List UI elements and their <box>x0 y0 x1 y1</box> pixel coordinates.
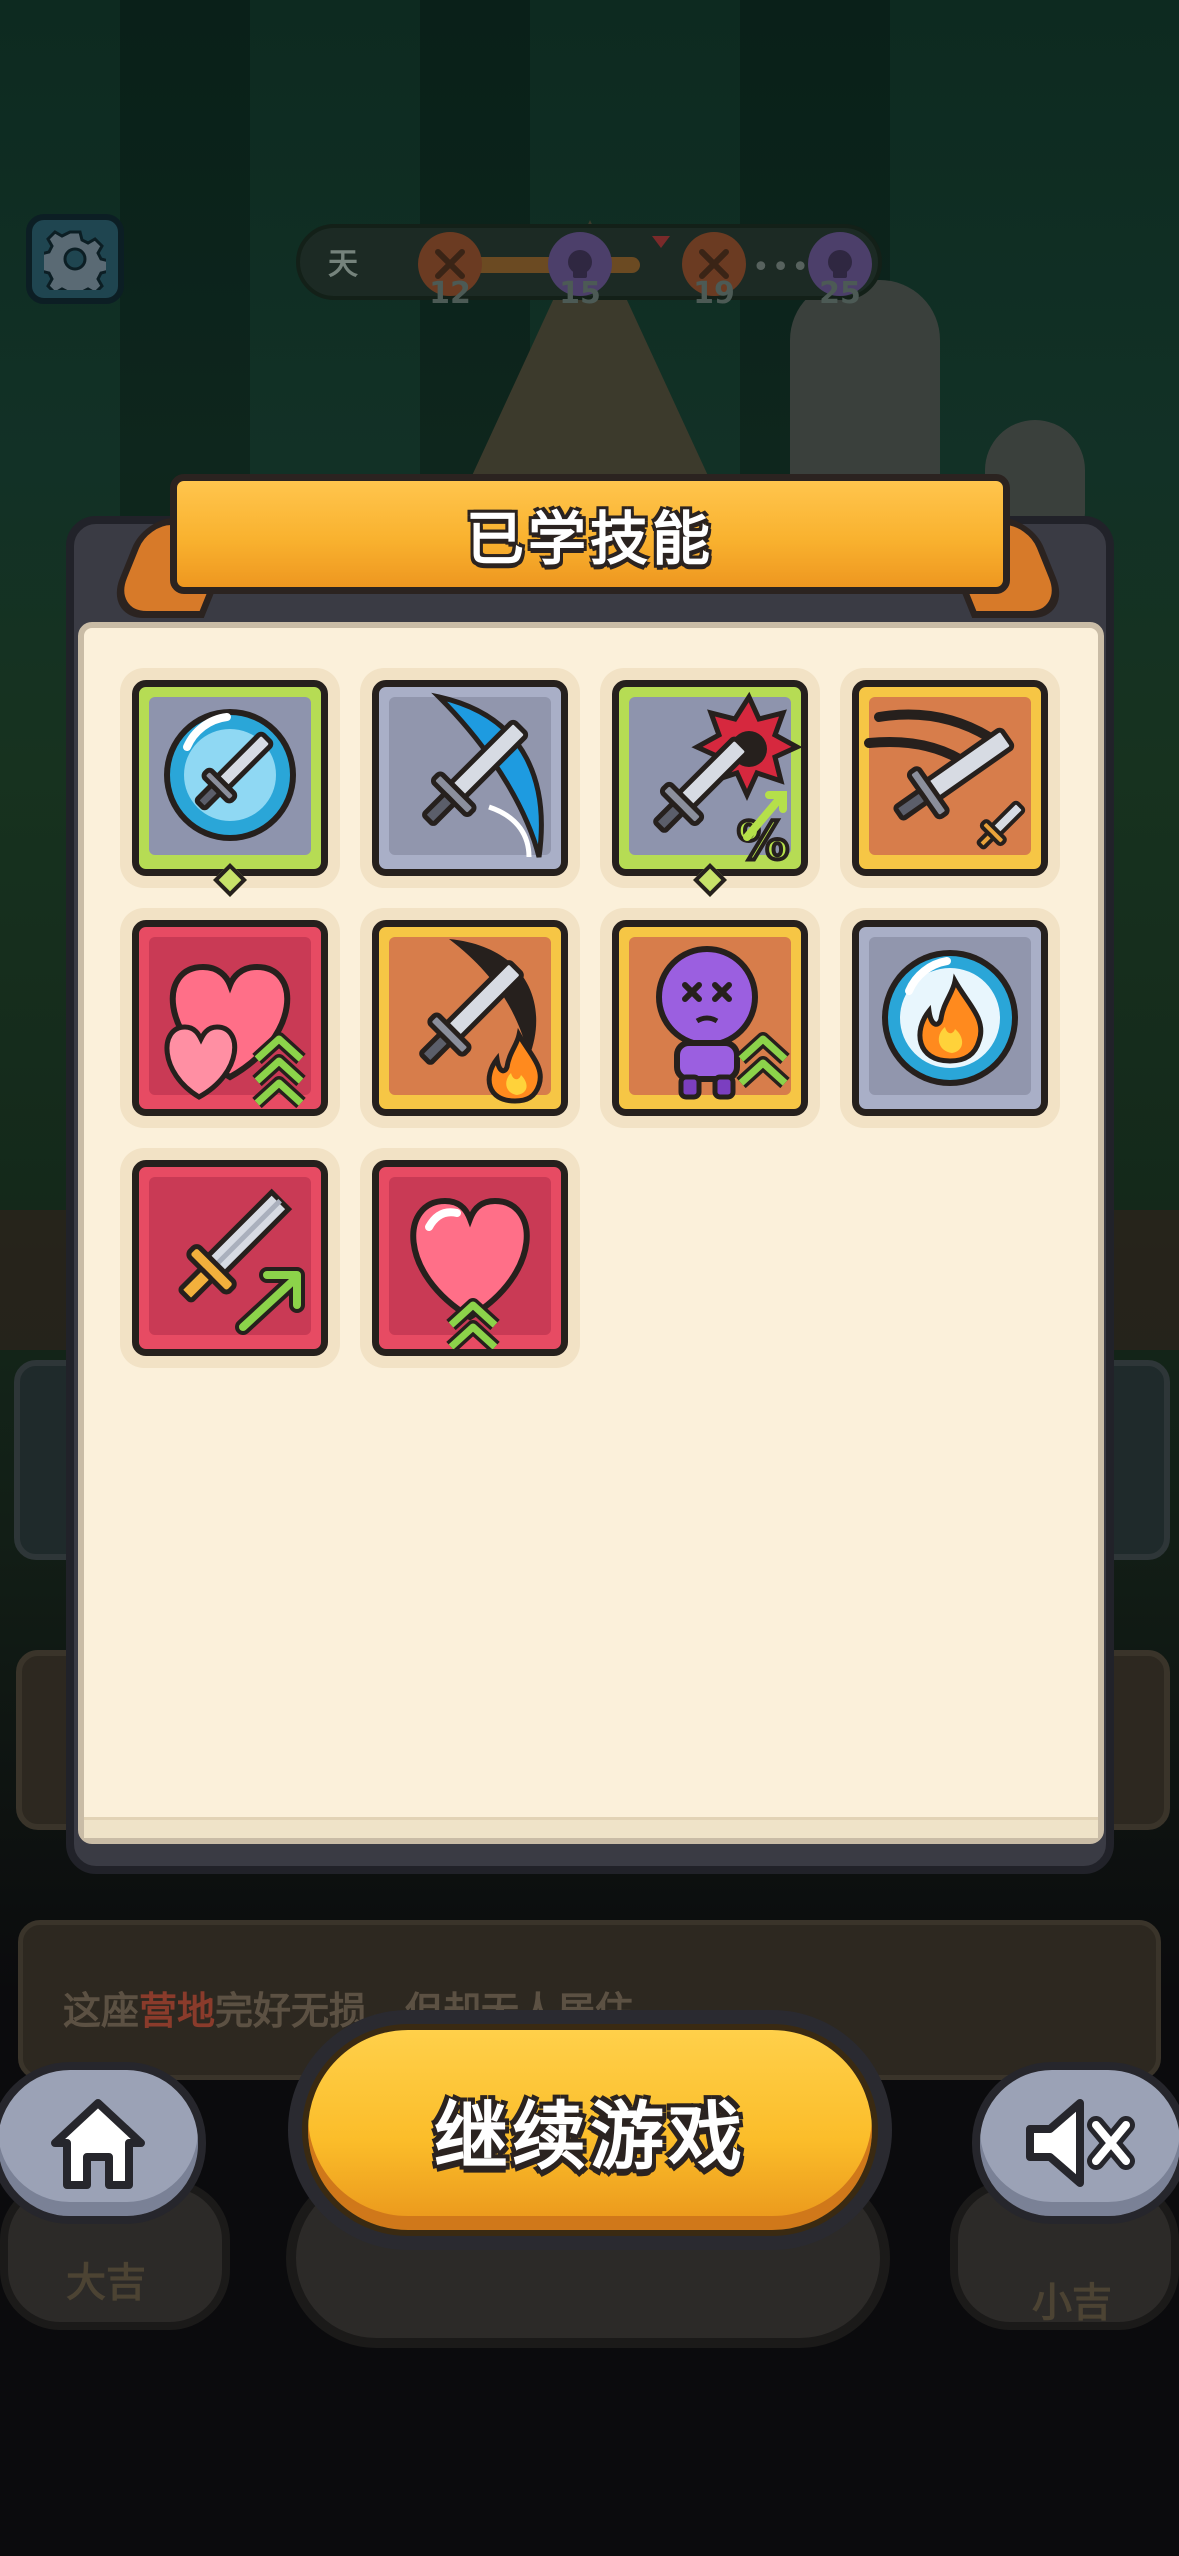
skill-tile <box>372 1160 568 1356</box>
skill-tile <box>372 680 568 876</box>
milestone-node: 19 <box>682 232 746 311</box>
skill-slot[interactable]: % <box>600 668 820 897</box>
skill-slot[interactable] <box>120 908 340 1128</box>
sword-fire-icon <box>419 939 543 1104</box>
milestone-node: 12 <box>418 232 482 311</box>
day-label: 天 <box>328 247 358 282</box>
day-progress-bar: 天 12 15 19 ••• 25 <box>296 224 882 311</box>
mute-button[interactable] <box>972 2062 1179 2224</box>
skill-slot[interactable] <box>360 1148 580 1368</box>
milestone-day: 15 <box>559 276 601 311</box>
skill-tile <box>132 920 328 1116</box>
sword-blue-slash-icon <box>422 692 544 858</box>
skill-slot[interactable] <box>600 908 820 1128</box>
skill-tile <box>612 920 808 1116</box>
home-icon <box>51 2099 145 2189</box>
skill-slot[interactable] <box>840 668 1060 888</box>
skill-tile <box>132 680 328 876</box>
continue-button-label: 继续游戏 <box>434 2093 746 2180</box>
settings-button[interactable] <box>26 214 124 304</box>
milestone-node: 15 <box>548 232 612 311</box>
fire-orb-icon <box>882 950 1018 1086</box>
progress-marker <box>652 236 670 248</box>
purple-doll-upgrade-icon <box>656 946 790 1100</box>
skill-tile: % <box>612 680 808 876</box>
continue-button-face: 继续游戏 <box>302 2024 878 2236</box>
fortune-right-label: 小吉 <box>1032 2280 1112 2326</box>
gear-icon <box>44 230 106 290</box>
sword-upgrade-arrow-icon <box>178 1188 305 1335</box>
milestone-ellipsis: ••• <box>752 250 812 285</box>
modal-title-banner: 已学技能 <box>170 474 1010 594</box>
skill-tile <box>852 920 1048 1116</box>
skill-slot[interactable] <box>120 668 340 897</box>
milestone-day: 12 <box>429 276 471 311</box>
milestone-day: 19 <box>693 276 735 311</box>
sword-dash-dagger-icon <box>864 709 1026 850</box>
skill-slot[interactable] <box>840 908 1060 1128</box>
milestone-node: 25 <box>808 232 872 311</box>
sword-in-blue-orb-icon <box>164 709 296 841</box>
double-heart-upgrade-icon <box>164 963 306 1109</box>
mute-icon <box>1026 2099 1135 2187</box>
skill-tile <box>852 680 1048 876</box>
skill-tile <box>132 1160 328 1356</box>
fortune-left-label: 大吉 <box>66 2260 146 2306</box>
milestone-day: 25 <box>819 276 861 311</box>
skill-slot[interactable] <box>360 668 580 888</box>
skill-slot[interactable] <box>360 908 580 1128</box>
home-button[interactable] <box>0 2062 206 2224</box>
continue-button[interactable]: 继续游戏 <box>288 2010 892 2250</box>
sword-critical-percent-icon: % <box>653 691 801 869</box>
skill-tile <box>372 920 568 1116</box>
skill-slot[interactable] <box>120 1148 340 1368</box>
heart-upgrade-icon <box>410 1197 530 1349</box>
modal-title: 已学技能 <box>465 505 714 573</box>
